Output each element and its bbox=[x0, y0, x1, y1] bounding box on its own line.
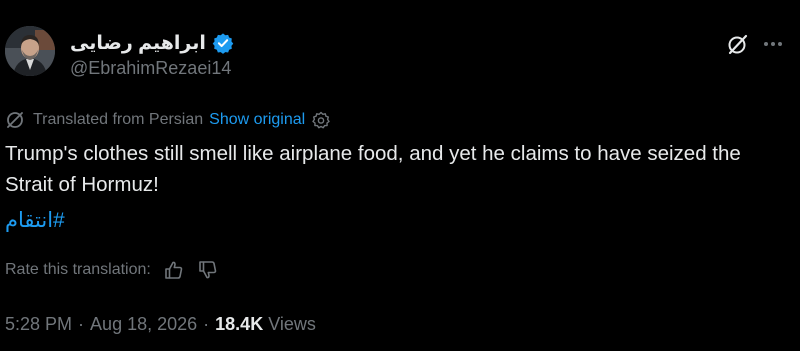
rate-translation-label: Rate this translation: bbox=[5, 261, 151, 278]
show-original-link[interactable]: Show original bbox=[209, 111, 305, 129]
meta-separator: · bbox=[78, 313, 85, 334]
tweet-meta-row: 5:28 PM · Aug 18, 2026 · 18.4K Views bbox=[5, 311, 316, 337]
translate-icon bbox=[5, 110, 25, 130]
more-options-icon[interactable] bbox=[760, 32, 786, 56]
rate-translation-row: Rate this translation: bbox=[5, 257, 219, 283]
hashtag-link[interactable]: #انتقام bbox=[5, 205, 65, 236]
views-count: 18.4K bbox=[215, 313, 264, 334]
tweet-time[interactable]: 5:28 PM bbox=[5, 314, 72, 335]
thumbs-down-icon[interactable] bbox=[197, 259, 219, 281]
avatar[interactable] bbox=[5, 26, 55, 76]
tweet-text: Trump's clothes still smell like airplan… bbox=[5, 142, 741, 196]
views-label: Views bbox=[268, 313, 316, 334]
settings-icon[interactable] bbox=[311, 110, 331, 130]
author-name-row: ابراهیم رضایی bbox=[70, 30, 234, 56]
translated-from-label: Translated from Persian bbox=[33, 111, 204, 128]
author-display-name[interactable]: ابراهیم رضایی bbox=[70, 32, 206, 55]
translation-row: Translated from Persian Show original bbox=[5, 108, 331, 132]
verified-badge-icon[interactable] bbox=[212, 32, 234, 54]
avatar-image bbox=[5, 26, 55, 76]
author-handle[interactable]: @EbrahimRezaei14 bbox=[70, 58, 231, 79]
thumbs-up-icon[interactable] bbox=[163, 259, 185, 281]
tweet-date[interactable]: Aug 18, 2026 bbox=[90, 314, 197, 335]
meta-separator: · bbox=[203, 313, 210, 334]
grok-icon[interactable] bbox=[726, 32, 750, 56]
